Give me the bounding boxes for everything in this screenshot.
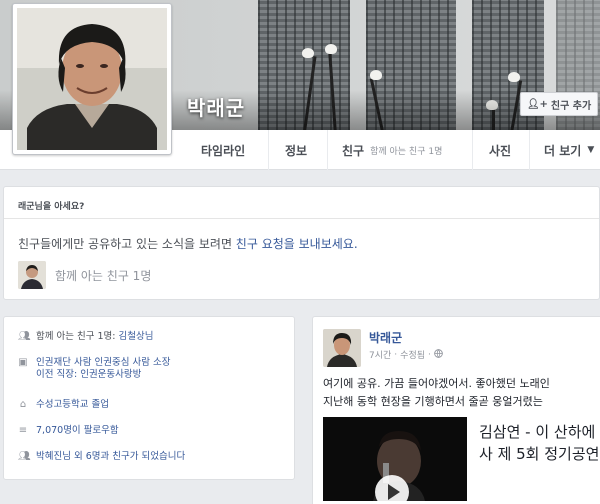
intro-card: 👥︎ 함께 아는 친구 1명: 김철상님 ▣ 인권재단 사람 인권중심 사람 소… bbox=[3, 316, 295, 480]
profile-photo bbox=[17, 8, 167, 150]
post-author-name[interactable]: 박래군 bbox=[369, 329, 402, 346]
intro-friends: 👥︎ 박혜진님 외 6명과 친구가 되었습니다 bbox=[18, 451, 185, 463]
divider bbox=[4, 218, 599, 219]
tab-timeline[interactable]: 타임라인 bbox=[187, 130, 267, 170]
people-icon: 👥︎ bbox=[18, 451, 31, 462]
previous-job-link[interactable]: 이전 직장: 인권운동사랑방 bbox=[36, 369, 170, 381]
tab-photos[interactable]: 사진 bbox=[472, 130, 528, 170]
tab-more-label: 더 보기 bbox=[544, 143, 582, 158]
tab-friends-label: 친구 bbox=[342, 143, 365, 158]
tab-friends-mutual: 함께 아는 친구 1명 bbox=[370, 146, 443, 157]
send-friend-request-link[interactable]: 친구 요청을 보내보세요. bbox=[236, 237, 358, 251]
graduation-cap-icon: ⌂ bbox=[19, 399, 27, 410]
friends-joined-link[interactable]: 박혜진님 외 6명과 친구가 되었습니다 bbox=[36, 451, 185, 463]
video-thumbnail[interactable] bbox=[323, 417, 467, 501]
post-text-line: 지난해 동학 현장을 기행하면서 줄곧 웅얼거렸는 bbox=[323, 395, 543, 408]
know-message-text: 친구들에게만 공유하고 있는 소식을 보려면 bbox=[18, 237, 236, 251]
know-card-title: 래군님을 아세요? bbox=[18, 202, 85, 212]
tab-about[interactable]: 정보 bbox=[268, 130, 326, 170]
link-title-line: 김삼연 - 이 산하에 bbox=[479, 423, 596, 441]
add-person-icon: 👤︎+ bbox=[526, 98, 548, 110]
work-link[interactable]: 인권재단 사람 인권중심 사람 소장 bbox=[36, 357, 170, 369]
mutual-friends-row[interactable]: 함께 아는 친구 1명 bbox=[18, 261, 151, 289]
meta-separator: · bbox=[428, 349, 431, 360]
post-time[interactable]: 7시간 bbox=[369, 348, 391, 361]
globe-icon[interactable] bbox=[434, 348, 443, 361]
post-author-avatar[interactable] bbox=[323, 329, 361, 367]
profile-name[interactable]: 박래군 bbox=[187, 92, 245, 121]
meta-separator: · bbox=[394, 349, 398, 360]
mutual-friend-avatar[interactable] bbox=[18, 261, 46, 289]
know-card-message: 친구들에게만 공유하고 있는 소식을 보려면 친구 요청을 보내보세요. bbox=[18, 235, 358, 252]
school-link[interactable]: 수성고등학교 졸업 bbox=[36, 399, 109, 411]
intro-work: ▣ 인권재단 사람 인권중심 사람 소장 이전 직장: 인권운동사랑방 bbox=[18, 357, 170, 381]
rss-icon: ≡ bbox=[18, 425, 28, 436]
post-text-line: 여기에 공유. 가끔 들어야겠어서. 좋아했던 노래인 bbox=[323, 377, 550, 390]
tab-friends[interactable]: 친구 함께 아는 친구 1명 bbox=[327, 130, 467, 170]
people-icon: 👥︎ bbox=[18, 331, 31, 342]
post-body: 여기에 공유. 가끔 들어야겠어서. 좋아했던 노래인 지난해 동학 현장을 기… bbox=[323, 375, 600, 411]
profile-picture[interactable] bbox=[12, 3, 172, 155]
link-title-line: 사 제 5회 정기공연 bbox=[479, 445, 600, 463]
tab-more[interactable]: 더 보기 ▼ bbox=[529, 130, 600, 170]
post-meta: 7시간 · 수정됨 · bbox=[369, 348, 443, 361]
mutual-friends-count[interactable]: 함께 아는 친구 1명 bbox=[55, 267, 151, 284]
intro-mutual-text: 함께 아는 친구 1명: bbox=[36, 331, 119, 342]
mutual-friend-link[interactable]: 김철상님 bbox=[119, 331, 154, 342]
tab-photos-label: 사진 bbox=[489, 143, 512, 158]
intro-mutual: 👥︎ 함께 아는 친구 1명: 김철상님 bbox=[18, 331, 153, 343]
intro-school: ⌂ 수성고등학교 졸업 bbox=[18, 399, 109, 411]
caret-down-icon: ▼ bbox=[587, 145, 595, 155]
tab-timeline-label: 타임라인 bbox=[201, 143, 246, 158]
post-edited[interactable]: 수정됨 bbox=[400, 348, 425, 361]
add-friend-button[interactable]: 👤︎+ 친구 추가 bbox=[520, 92, 598, 116]
followers-link[interactable]: 7,070명이 팔로우함 bbox=[36, 425, 119, 437]
add-friend-label: 친구 추가 bbox=[550, 100, 592, 112]
tab-about-label: 정보 bbox=[285, 143, 308, 158]
post-card: 박래군 7시간 · 수정됨 · 여기에 공유. 가끔 들어야겠어서. 좋아했던 … bbox=[312, 316, 600, 504]
briefcase-icon: ▣ bbox=[18, 357, 28, 368]
play-icon[interactable] bbox=[375, 475, 409, 501]
shared-link-title[interactable]: 김삼연 - 이 산하에 사 제 5회 정기공연 bbox=[479, 421, 599, 465]
know-this-person-card: 래군님을 아세요? 친구들에게만 공유하고 있는 소식을 보려면 친구 요청을 … bbox=[3, 186, 600, 300]
intro-followers: ≡ 7,070명이 팔로우함 bbox=[18, 425, 119, 437]
